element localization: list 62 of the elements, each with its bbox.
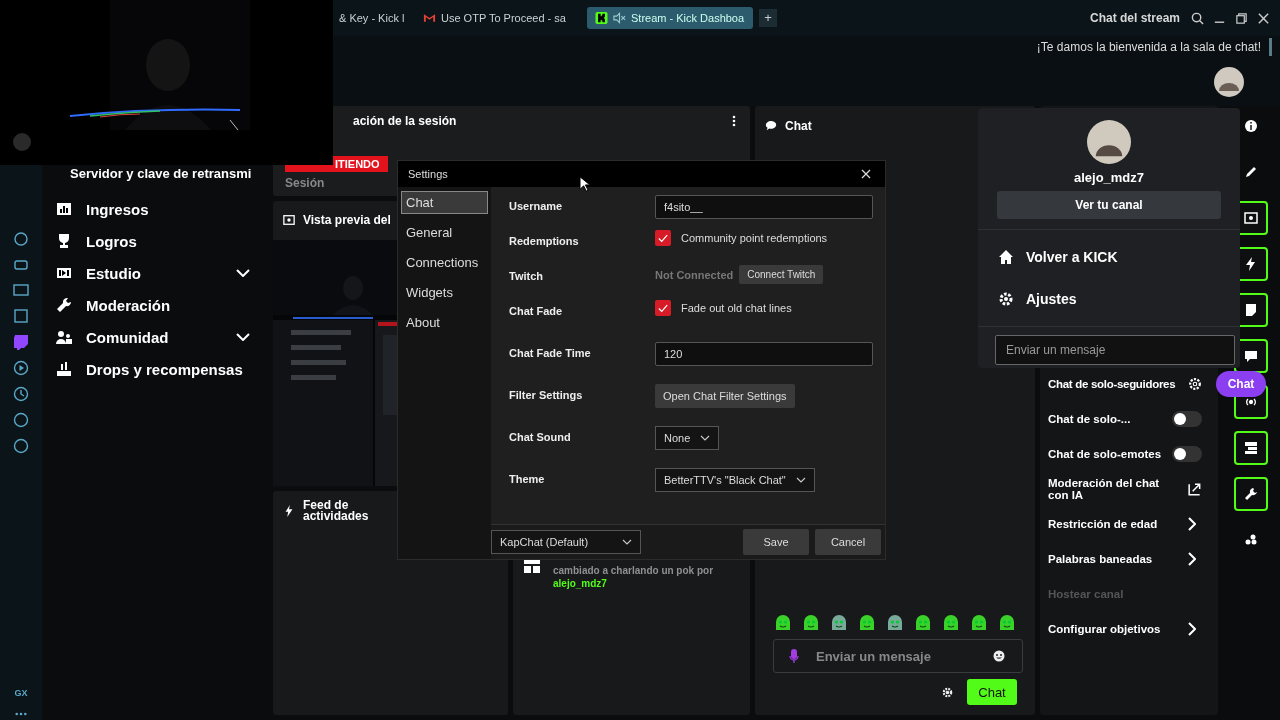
sidebar-item[interactable]: Moderación [50, 289, 268, 321]
menu-item[interactable]: Ajustes [998, 278, 1220, 320]
field-label: Twitch [509, 269, 544, 282]
welcome-message: ¡Te damos la bienvenida a la sala de chat! [1036, 40, 1261, 54]
username: alejo_mdz7 [1073, 170, 1145, 185]
save-button[interactable]: Save [743, 529, 809, 555]
section-label: Sesión [285, 176, 325, 190]
panel-title: Feed de actividades [303, 500, 370, 522]
menu-item[interactable]: Volver a KICK [998, 236, 1220, 278]
moderation-item[interactable]: Palabras baneadas [1048, 541, 1202, 576]
browser-tab[interactable]: Stream - Kick Dashboa [587, 7, 753, 29]
field-label: Chat Sound [509, 430, 572, 443]
dropdown[interactable]: BetterTTV's "Black Chat" [655, 468, 815, 492]
sidebar-item[interactable]: Logros [50, 225, 268, 257]
settings-tab[interactable]: Connections [401, 251, 488, 274]
settings-tab[interactable]: General [401, 221, 488, 244]
moderation-item[interactable]: Configurar objetivos [1048, 611, 1202, 646]
panel-title: Vista previa del [303, 213, 391, 228]
checkbox-label: Community point redemptions [681, 232, 828, 244]
settings-tab[interactable]: Widgets [401, 281, 488, 304]
dropdown[interactable]: None [655, 426, 720, 450]
panel-title: ación de la sesión [353, 114, 457, 128]
preset-dropdown[interactable]: KapChat (Default) [491, 530, 641, 554]
moderation-item[interactable]: Chat de solo-seguidores [1048, 366, 1202, 401]
field-label: Username [509, 199, 564, 212]
message-input[interactable]: Enviar un mensaje [773, 639, 1023, 673]
input-field[interactable]: f4sito__ [655, 195, 873, 219]
checkbox-label: Fade out old chat lines [681, 302, 792, 314]
browser-badge[interactable]: GX [14, 688, 28, 698]
message-input[interactable]: Enviar un mensaje [995, 335, 1235, 365]
input-field[interactable]: 120 [655, 342, 873, 366]
panel-title: Chat del stream [1089, 11, 1180, 25]
send-button[interactable]: Chat [967, 679, 1017, 705]
settings-tab[interactable]: Chat [401, 191, 488, 214]
sidebar-item[interactable]: Drops y recompensas [50, 353, 268, 385]
moderation-item[interactable]: Chat de solo-... [1048, 401, 1202, 436]
new-tab-button[interactable]: + [759, 9, 777, 27]
connect-button[interactable]: Connect Twitch [739, 265, 824, 284]
activity-message: cambiado a charlando un pok por alejo_mdz7 [553, 564, 715, 590]
settings-tab[interactable]: About [401, 311, 488, 334]
sidebar-item[interactable]: Comunidad [50, 321, 268, 353]
field-label: Chat Fade [509, 304, 564, 317]
browser-tab[interactable]: Use OTP To Proceed - sa [415, 7, 581, 29]
field-label: Theme [509, 472, 546, 485]
view-channel-button[interactable]: Ver tu canal [997, 191, 1221, 219]
section-heading[interactable]: Servidor y clave de retransmi [70, 166, 268, 181]
cancel-button[interactable]: Cancel [815, 529, 881, 555]
panel-title: Chat [785, 119, 812, 133]
field-label: Chat Fade Time [509, 346, 592, 359]
field-label: Filter Settings [509, 388, 584, 401]
moderation-item[interactable]: Restricción de edad [1048, 506, 1202, 541]
filter-settings-button[interactable]: Open Chat Filter Settings [655, 384, 795, 408]
moderation-item[interactable]: Moderación del chat con IA [1048, 471, 1202, 506]
connection-status: Not Connected [655, 268, 734, 281]
username-link[interactable]: alejo_mdz7 [553, 578, 607, 589]
sidebar-item[interactable]: Estudio [50, 257, 268, 289]
field-label: Redemptions [509, 234, 580, 247]
browser-tab[interactable]: & Key - Kick l [333, 7, 409, 29]
moderation-item[interactable]: Chat de solo-emotes [1048, 436, 1202, 471]
sidebar-item[interactable]: Ingresos [50, 193, 268, 225]
chat-tooltip: Chat [1216, 371, 1266, 397]
dialog-title: Settings [408, 168, 448, 180]
